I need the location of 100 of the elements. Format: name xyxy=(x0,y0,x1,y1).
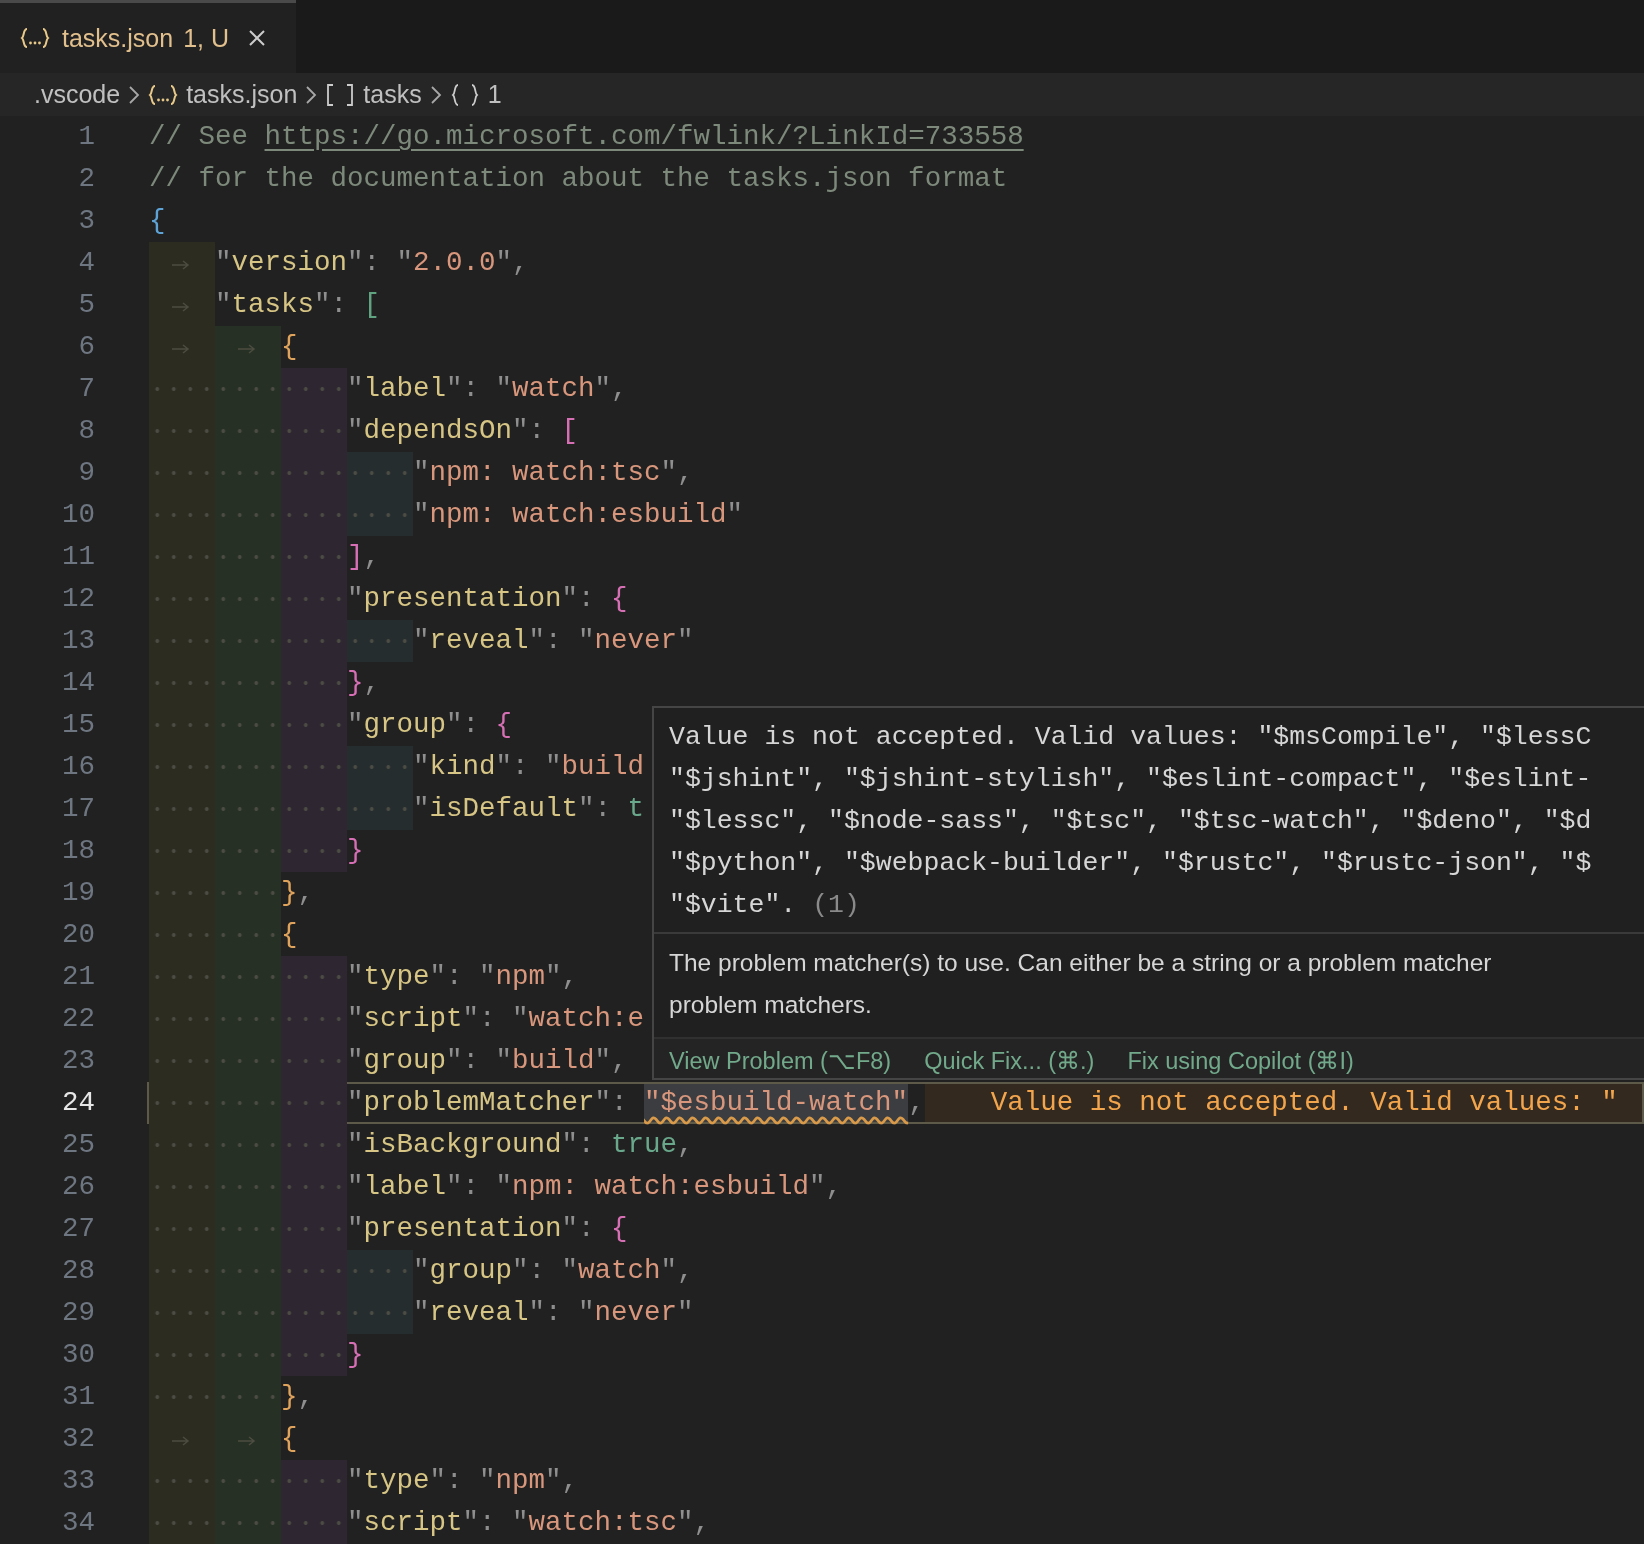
code-punctuation: ", xyxy=(660,456,694,490)
code-punctuation: " xyxy=(347,708,364,742)
json-key: kind xyxy=(429,748,496,786)
code-punctuation: ": " xyxy=(446,1170,513,1204)
code-bracket: [ xyxy=(561,414,579,448)
code-bracket: [ xyxy=(363,288,381,322)
code-punctuation: " xyxy=(347,582,364,616)
code-punctuation: " xyxy=(677,624,694,658)
json-key: reveal xyxy=(429,622,529,660)
chevron-icon xyxy=(429,84,442,105)
code-punctuation: ": " xyxy=(446,1044,513,1078)
code-punctuation: " xyxy=(726,498,744,532)
line-number: 15 xyxy=(61,708,96,742)
object-icon xyxy=(449,82,480,107)
code-punctuation: " xyxy=(413,498,430,532)
json-key: version xyxy=(231,244,348,282)
line-number: 5 xyxy=(77,288,96,322)
json-key: label xyxy=(363,1168,447,1206)
json-key: tasks xyxy=(231,286,315,324)
json-key: group xyxy=(363,1042,447,1080)
code-bracket: } xyxy=(281,1380,298,1414)
code-punctuation: " xyxy=(347,1464,364,1498)
line-number: 34 xyxy=(61,1506,96,1540)
json-key: script xyxy=(363,1000,463,1038)
error-code: (1) xyxy=(812,890,860,920)
line-number: 17 xyxy=(61,792,96,826)
code-punctuation: " xyxy=(215,288,232,322)
json-string: npm xyxy=(495,960,546,994)
line-number: 1 xyxy=(77,120,96,154)
code-punctuation: ": xyxy=(561,1128,596,1162)
line-number: 7 xyxy=(77,372,96,406)
breadcrumb-item[interactable]: 1 xyxy=(487,80,502,109)
json-string: watch xyxy=(578,1254,661,1288)
code-punctuation: " xyxy=(347,1002,364,1036)
tab-arrow-icon xyxy=(171,1434,191,1447)
code-punctuation: " xyxy=(347,1506,364,1540)
code-comment: // See xyxy=(149,120,250,154)
json-key: problemMatcher xyxy=(363,1084,595,1122)
code-bracket: { xyxy=(149,204,166,238)
code-punctuation: " xyxy=(347,1044,364,1078)
code-punctuation: " xyxy=(347,960,364,994)
json-key: type xyxy=(363,1462,430,1500)
code-punctuation: ", xyxy=(545,1464,579,1498)
json-keyword: t xyxy=(627,792,645,826)
json-file-icon xyxy=(148,82,179,107)
breadcrumb-item[interactable]: tasks xyxy=(363,80,422,109)
line-number: 33 xyxy=(61,1464,96,1498)
line-number: 27 xyxy=(61,1212,96,1246)
line-number: 26 xyxy=(61,1170,96,1204)
line-number: 13 xyxy=(61,624,96,658)
json-string: npm: watch:esbuild xyxy=(512,1170,810,1204)
editor-tab[interactable]: tasks.json 1, U xyxy=(0,0,296,73)
tab-arrow-icon xyxy=(171,258,191,271)
json-string: watch xyxy=(512,372,595,406)
line-number: 18 xyxy=(61,834,96,868)
code-bracket: { xyxy=(281,330,298,364)
tab-arrow-icon xyxy=(171,342,191,355)
line-number: 2 xyxy=(77,162,96,196)
breadcrumb-item[interactable]: .vscode xyxy=(34,80,121,109)
line-number: 25 xyxy=(61,1128,96,1162)
description-text: The problem matcher(s) to use. Can either be a string or a problem matcher xyxy=(669,948,1493,978)
json-key: script xyxy=(363,1504,463,1542)
code-bracket: } xyxy=(347,834,364,868)
line-number: 31 xyxy=(61,1380,96,1414)
json-string: build xyxy=(561,750,645,784)
json-string: never xyxy=(594,1296,678,1330)
code-link[interactable]: https://go.microsoft.com/fwlink/?LinkId=733558 xyxy=(264,118,1024,156)
action-link[interactable]: Quick Fix... (⌘.) xyxy=(924,1046,1095,1075)
code-punctuation: ": xyxy=(561,1212,596,1246)
code-punctuation: ": " xyxy=(462,1506,529,1540)
json-string: watch:e xyxy=(528,1002,645,1036)
code-punctuation: ", xyxy=(545,960,579,994)
line-number: 11 xyxy=(61,540,96,574)
code-punctuation: ": xyxy=(594,1086,629,1120)
line-number: 29 xyxy=(61,1296,96,1330)
action-link[interactable]: View Problem (⌥F8) xyxy=(669,1046,892,1075)
action-link[interactable]: Fix using Copilot (⌘I) xyxy=(1127,1046,1354,1075)
json-string: watch:tsc xyxy=(528,1506,678,1540)
line-number: 30 xyxy=(61,1338,96,1372)
code-punctuation: ": xyxy=(561,582,596,616)
inline-error-message: Value is not accepted. Valid values: " xyxy=(924,1084,1642,1122)
code-punctuation: " xyxy=(347,1128,364,1162)
code-punctuation: ", xyxy=(495,246,529,280)
code-bracket: ] xyxy=(347,540,364,574)
json-string: npm: watch:esbuild xyxy=(429,498,727,532)
chevron-icon xyxy=(128,84,141,105)
breadcrumb-item[interactable]: tasks.json xyxy=(186,80,298,109)
code-punctuation: ", xyxy=(677,1506,711,1540)
json-key: label xyxy=(363,370,447,408)
code-bracket: { xyxy=(611,582,628,616)
close-icon[interactable] xyxy=(247,28,268,48)
error-message: "$lessc", "$node-sass", "$tsc", "$tsc-watch", "$deno", "$d xyxy=(669,806,1592,836)
tab-title: tasks.json xyxy=(62,23,174,53)
invalid-json-string: "$esbuild-watch" xyxy=(644,1084,909,1122)
line-number: 32 xyxy=(61,1422,96,1456)
code-punctuation: " xyxy=(215,246,232,280)
json-key: group xyxy=(363,706,447,744)
code-punctuation: ": xyxy=(512,414,547,448)
line-number: 14 xyxy=(61,666,96,700)
code-punctuation: ": xyxy=(314,288,349,322)
